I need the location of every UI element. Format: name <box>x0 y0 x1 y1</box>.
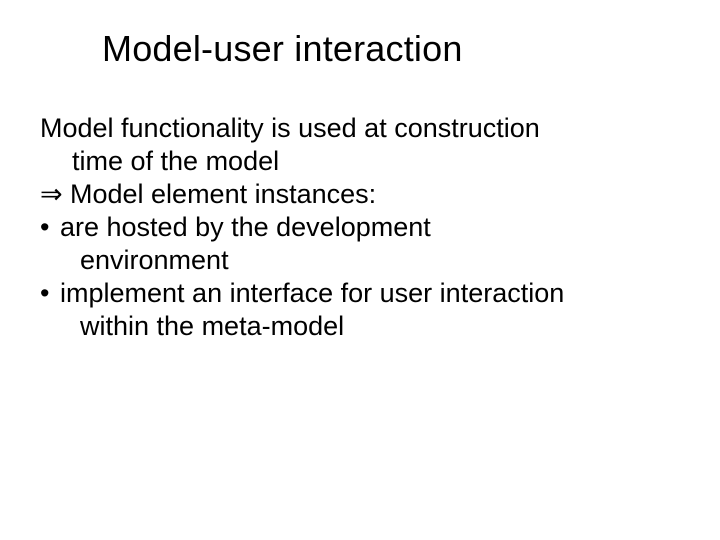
intro-paragraph: Model functionality is used at construct… <box>40 112 680 178</box>
intro-line-1: Model functionality is used at construct… <box>40 112 680 145</box>
bullet-icon: • <box>40 211 60 244</box>
bullet-1-line-2: environment <box>60 244 680 277</box>
bullet-item-1: • are hosted by the development environm… <box>40 211 680 277</box>
bullet-1-text: are hosted by the development environmen… <box>60 211 680 277</box>
bullet-2-line-2: within the meta-model <box>60 310 680 343</box>
arrow-item: ⇒ Model element instances: <box>40 178 680 211</box>
double-arrow-icon: ⇒ <box>40 178 70 211</box>
bullet-2-text: implement an interface for user interact… <box>60 277 680 343</box>
intro-line-2: time of the model <box>40 145 680 178</box>
slide-title: Model-user interaction <box>102 28 680 70</box>
slide: Model-user interaction Model functionali… <box>0 0 720 540</box>
bullet-item-2: • implement an interface for user intera… <box>40 277 680 343</box>
bullet-icon: • <box>40 277 60 310</box>
bullet-2-line-1: implement an interface for user interact… <box>60 277 680 310</box>
arrow-text: Model element instances: <box>70 178 376 211</box>
slide-body: Model functionality is used at construct… <box>40 112 680 343</box>
bullet-1-line-1: are hosted by the development <box>60 211 680 244</box>
